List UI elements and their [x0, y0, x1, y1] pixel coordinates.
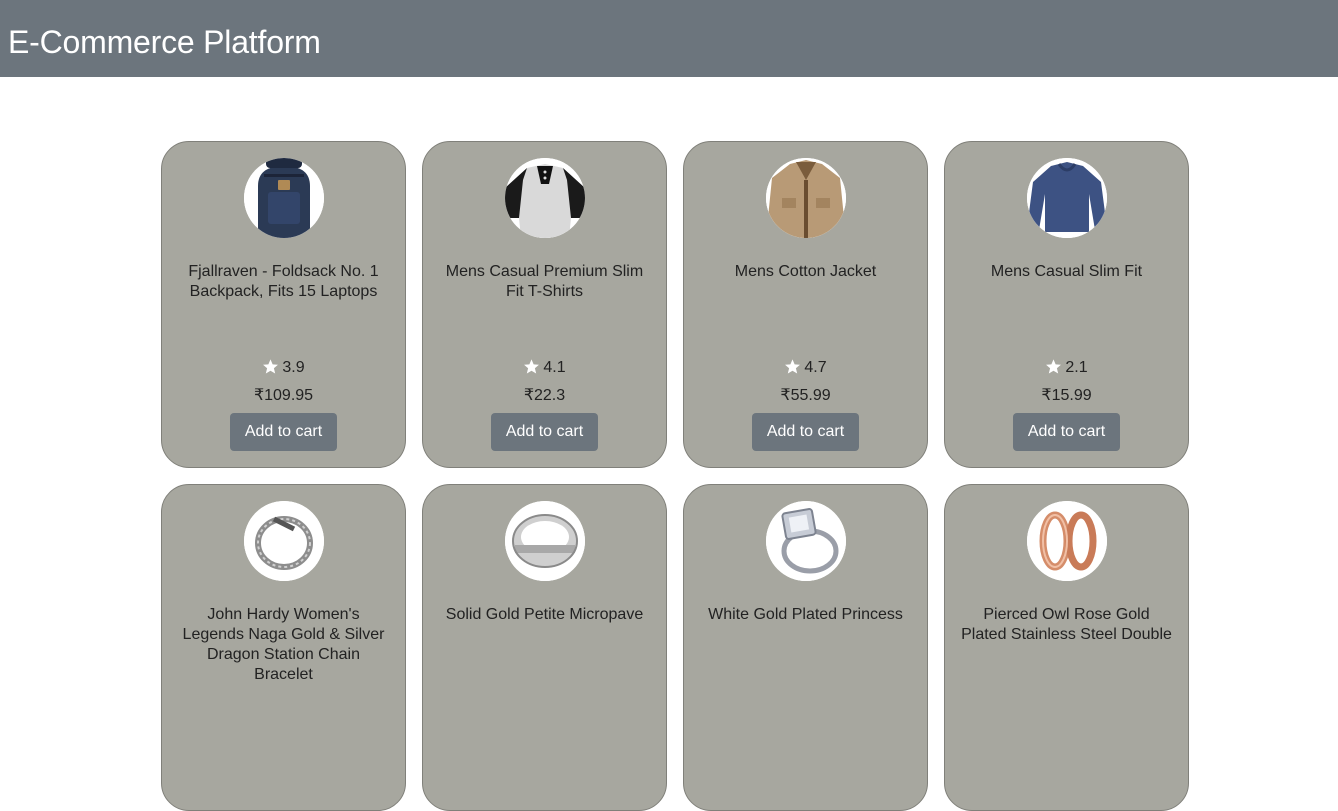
- product-rating: 3.9: [162, 357, 405, 379]
- product-price: ₹22.3: [523, 387, 566, 404]
- product-title: Pierced Owl Rose Gold Plated Stainless S…: [961, 606, 1172, 643]
- add-to-cart-button[interactable]: Add to cart: [1013, 413, 1120, 451]
- add-to-cart-button[interactable]: Add to cart: [491, 413, 598, 451]
- ring-icon: [505, 501, 585, 581]
- product-rating: 4.1: [423, 357, 666, 379]
- rating-value: 4.7: [804, 359, 827, 376]
- product-card[interactable]: Solid Gold Petite Micropave: [422, 484, 667, 811]
- star-icon: [263, 359, 279, 374]
- product-title: Mens Casual Premium Slim Fit T-Shirts: [445, 263, 644, 300]
- product-price: ₹15.99: [1041, 387, 1092, 404]
- product-card[interactable]: Mens Casual Premium Slim Fit T-Shirts 4.…: [422, 141, 667, 468]
- product-card[interactable]: John Hardy Women's Legends Naga Gold & S…: [161, 484, 406, 811]
- product-title: White Gold Plated Princess: [708, 606, 903, 623]
- star-icon: [1046, 359, 1062, 374]
- backpack-icon: [244, 158, 324, 238]
- product-grid: Fjallraven - Foldsack No. 1 Backpack, Fi…: [0, 0, 1338, 811]
- product-card[interactable]: Fjallraven - Foldsack No. 1 Backpack, Fi…: [161, 141, 406, 468]
- raglan-shirt-icon: [505, 158, 585, 238]
- product-card[interactable]: Mens Casual Slim Fit 2.1 ₹15.99 Add to c…: [944, 141, 1189, 468]
- diamond-ring-icon: [766, 501, 846, 581]
- jacket-icon: [766, 158, 846, 238]
- product-title: Mens Cotton Jacket: [734, 263, 877, 280]
- rating-value: 3.9: [282, 359, 305, 376]
- product-title: John Hardy Women's Legends Naga Gold & S…: [182, 606, 385, 683]
- product-title: Mens Casual Slim Fit: [990, 263, 1143, 280]
- add-to-cart-button[interactable]: Add to cart: [752, 413, 859, 451]
- rating-value: 2.1: [1065, 359, 1088, 376]
- product-title: Solid Gold Petite Micropave: [445, 606, 644, 623]
- product-card[interactable]: Mens Cotton Jacket 4.7 ₹55.99 Add to car…: [683, 141, 928, 468]
- product-rating: 2.1: [945, 357, 1188, 379]
- product-rating: 4.7: [684, 357, 927, 379]
- bracelet-icon: [244, 501, 324, 581]
- product-card[interactable]: White Gold Plated Princess: [683, 484, 928, 811]
- star-icon: [785, 359, 801, 374]
- add-to-cart-button[interactable]: Add to cart: [230, 413, 337, 451]
- product-card[interactable]: Pierced Owl Rose Gold Plated Stainless S…: [944, 484, 1189, 811]
- long-sleeve-shirt-icon: [1027, 158, 1107, 238]
- rating-value: 4.1: [543, 359, 566, 376]
- product-price: ₹109.95: [253, 387, 314, 404]
- product-title: Fjallraven - Foldsack No. 1 Backpack, Fi…: [188, 263, 379, 300]
- rose-gold-rings-icon: [1027, 501, 1107, 581]
- product-price: ₹55.99: [780, 387, 831, 404]
- star-icon: [524, 359, 540, 374]
